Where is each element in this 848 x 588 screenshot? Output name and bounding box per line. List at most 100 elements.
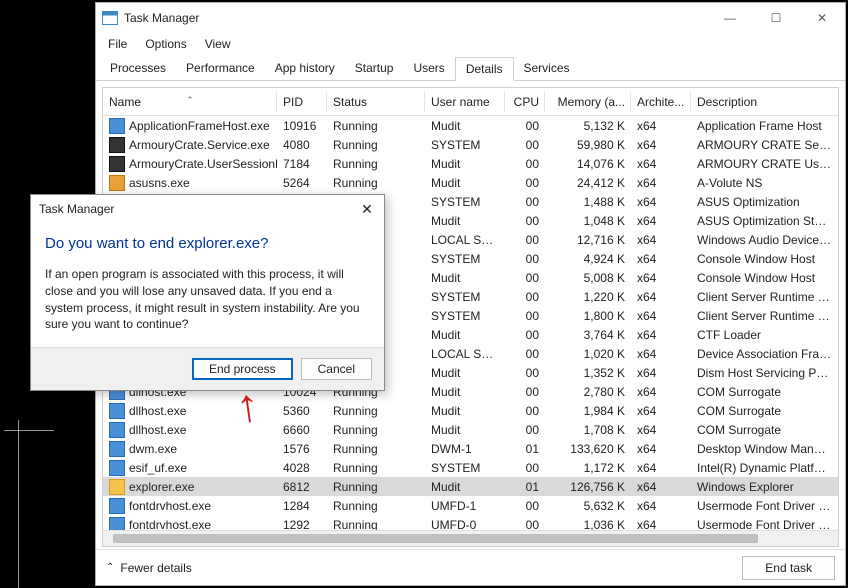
process-cpu: 00	[505, 252, 545, 266]
process-arch: x64	[631, 252, 691, 266]
close-button[interactable]: ✕	[799, 3, 845, 33]
col-user[interactable]: User name	[425, 88, 505, 116]
process-icon	[109, 422, 125, 438]
process-pid: 5360	[277, 404, 327, 418]
process-arch: x64	[631, 138, 691, 152]
process-description: Client Server Runtime Proc	[691, 290, 838, 304]
process-arch: x64	[631, 423, 691, 437]
process-arch: x64	[631, 480, 691, 494]
col-desc[interactable]: Description	[691, 88, 838, 116]
process-cpu: 01	[505, 442, 545, 456]
table-row[interactable]: fontdrvhost.exe1292RunningUMFD-0001,036 …	[103, 515, 838, 530]
end-task-button[interactable]: End task	[742, 556, 835, 580]
dialog-title: Task Manager	[39, 202, 114, 216]
table-row[interactable]: asusns.exe5264RunningMudit0024,412 Kx64A…	[103, 173, 838, 192]
process-name: ApplicationFrameHost.exe	[129, 119, 270, 133]
col-name[interactable]: ⌃Name	[103, 88, 277, 116]
process-status: Running	[327, 518, 425, 531]
process-user: Mudit	[425, 423, 505, 437]
process-user: Mudit	[425, 404, 505, 418]
tab-startup[interactable]: Startup	[345, 57, 404, 80]
process-memory: 3,764 K	[545, 328, 631, 342]
col-arch[interactable]: Archite...	[631, 88, 691, 116]
process-pid: 7184	[277, 157, 327, 171]
minimize-button[interactable]: —	[707, 3, 753, 33]
col-pid[interactable]: PID	[277, 88, 327, 116]
process-user: LOCAL SE...	[425, 347, 505, 361]
process-icon	[109, 441, 125, 457]
tab-details[interactable]: Details	[455, 57, 514, 81]
process-description: Windows Explorer	[691, 480, 838, 494]
process-arch: x64	[631, 385, 691, 399]
window-title: Task Manager	[124, 11, 199, 25]
process-icon	[109, 479, 125, 495]
table-row[interactable]: esif_uf.exe4028RunningSYSTEM001,172 Kx64…	[103, 458, 838, 477]
process-arch: x64	[631, 119, 691, 133]
maximize-button[interactable]: ☐	[753, 3, 799, 33]
tab-app-history[interactable]: App history	[265, 57, 345, 80]
table-row[interactable]: ArmouryCrate.Service.exe4080RunningSYSTE…	[103, 135, 838, 154]
table-row[interactable]: dllhost.exe5360RunningMudit001,984 Kx64C…	[103, 401, 838, 420]
process-description: Usermode Font Driver Hos	[691, 518, 838, 531]
table-row[interactable]: dllhost.exe6660RunningMudit001,708 Kx64C…	[103, 420, 838, 439]
process-pid: 1292	[277, 518, 327, 531]
process-user: SYSTEM	[425, 195, 505, 209]
dialog-titlebar[interactable]: Task Manager ✕	[31, 195, 384, 223]
process-description: ASUS Optimization Startup	[691, 214, 838, 228]
dialog-close-button[interactable]: ✕	[350, 201, 384, 218]
process-user: SYSTEM	[425, 290, 505, 304]
process-cpu: 00	[505, 461, 545, 475]
menu-options[interactable]: Options	[137, 35, 194, 53]
process-name: dllhost.exe	[129, 423, 186, 437]
process-description: Usermode Font Driver Hos	[691, 499, 838, 513]
tab-services[interactable]: Services	[514, 57, 580, 80]
process-arch: x64	[631, 461, 691, 475]
col-cpu[interactable]: CPU	[505, 88, 545, 116]
process-user: Mudit	[425, 480, 505, 494]
process-user: SYSTEM	[425, 309, 505, 323]
table-row[interactable]: ApplicationFrameHost.exe10916RunningMudi…	[103, 116, 838, 135]
tab-processes[interactable]: Processes	[100, 57, 176, 80]
process-cpu: 00	[505, 385, 545, 399]
menu-file[interactable]: File	[100, 35, 135, 53]
process-name: fontdrvhost.exe	[129, 499, 211, 513]
fewer-details-button[interactable]: ⌃ Fewer details	[106, 561, 192, 575]
process-memory: 1,352 K	[545, 366, 631, 380]
process-status: Running	[327, 157, 425, 171]
process-arch: x64	[631, 309, 691, 323]
process-memory: 59,980 K	[545, 138, 631, 152]
tab-performance[interactable]: Performance	[176, 57, 265, 80]
process-cpu: 00	[505, 233, 545, 247]
process-memory: 1,020 K	[545, 347, 631, 361]
process-memory: 12,716 K	[545, 233, 631, 247]
horizontal-scrollbar[interactable]	[103, 530, 838, 546]
process-description: COM Surrogate	[691, 385, 838, 399]
col-mem[interactable]: Memory (a...	[545, 88, 631, 116]
col-status[interactable]: Status	[327, 88, 425, 116]
process-status: Running	[327, 423, 425, 437]
table-row[interactable]: fontdrvhost.exe1284RunningUMFD-1005,632 …	[103, 496, 838, 515]
process-pid: 1284	[277, 499, 327, 513]
process-memory: 1,036 K	[545, 518, 631, 531]
process-arch: x64	[631, 214, 691, 228]
process-cpu: 00	[505, 176, 545, 190]
process-pid: 1576	[277, 442, 327, 456]
chevron-up-icon: ⌃	[106, 562, 114, 573]
process-description: ARMOURY CRATE User Ses	[691, 157, 838, 171]
process-memory: 1,800 K	[545, 309, 631, 323]
process-memory: 133,620 K	[545, 442, 631, 456]
titlebar[interactable]: Task Manager — ☐ ✕	[96, 3, 845, 33]
process-description: Console Window Host	[691, 252, 838, 266]
end-process-button[interactable]: End process	[192, 358, 293, 380]
table-row[interactable]: ArmouryCrate.UserSessionH...7184RunningM…	[103, 154, 838, 173]
process-cpu: 00	[505, 423, 545, 437]
table-row[interactable]: explorer.exe6812RunningMudit01126,756 Kx…	[103, 477, 838, 496]
process-arch: x64	[631, 518, 691, 531]
menu-view[interactable]: View	[197, 35, 239, 53]
process-memory: 4,924 K	[545, 252, 631, 266]
process-memory: 2,780 K	[545, 385, 631, 399]
table-row[interactable]: dwm.exe1576RunningDWM-101133,620 Kx64Des…	[103, 439, 838, 458]
tab-users[interactable]: Users	[403, 57, 454, 80]
process-arch: x64	[631, 499, 691, 513]
cancel-button[interactable]: Cancel	[301, 358, 372, 380]
